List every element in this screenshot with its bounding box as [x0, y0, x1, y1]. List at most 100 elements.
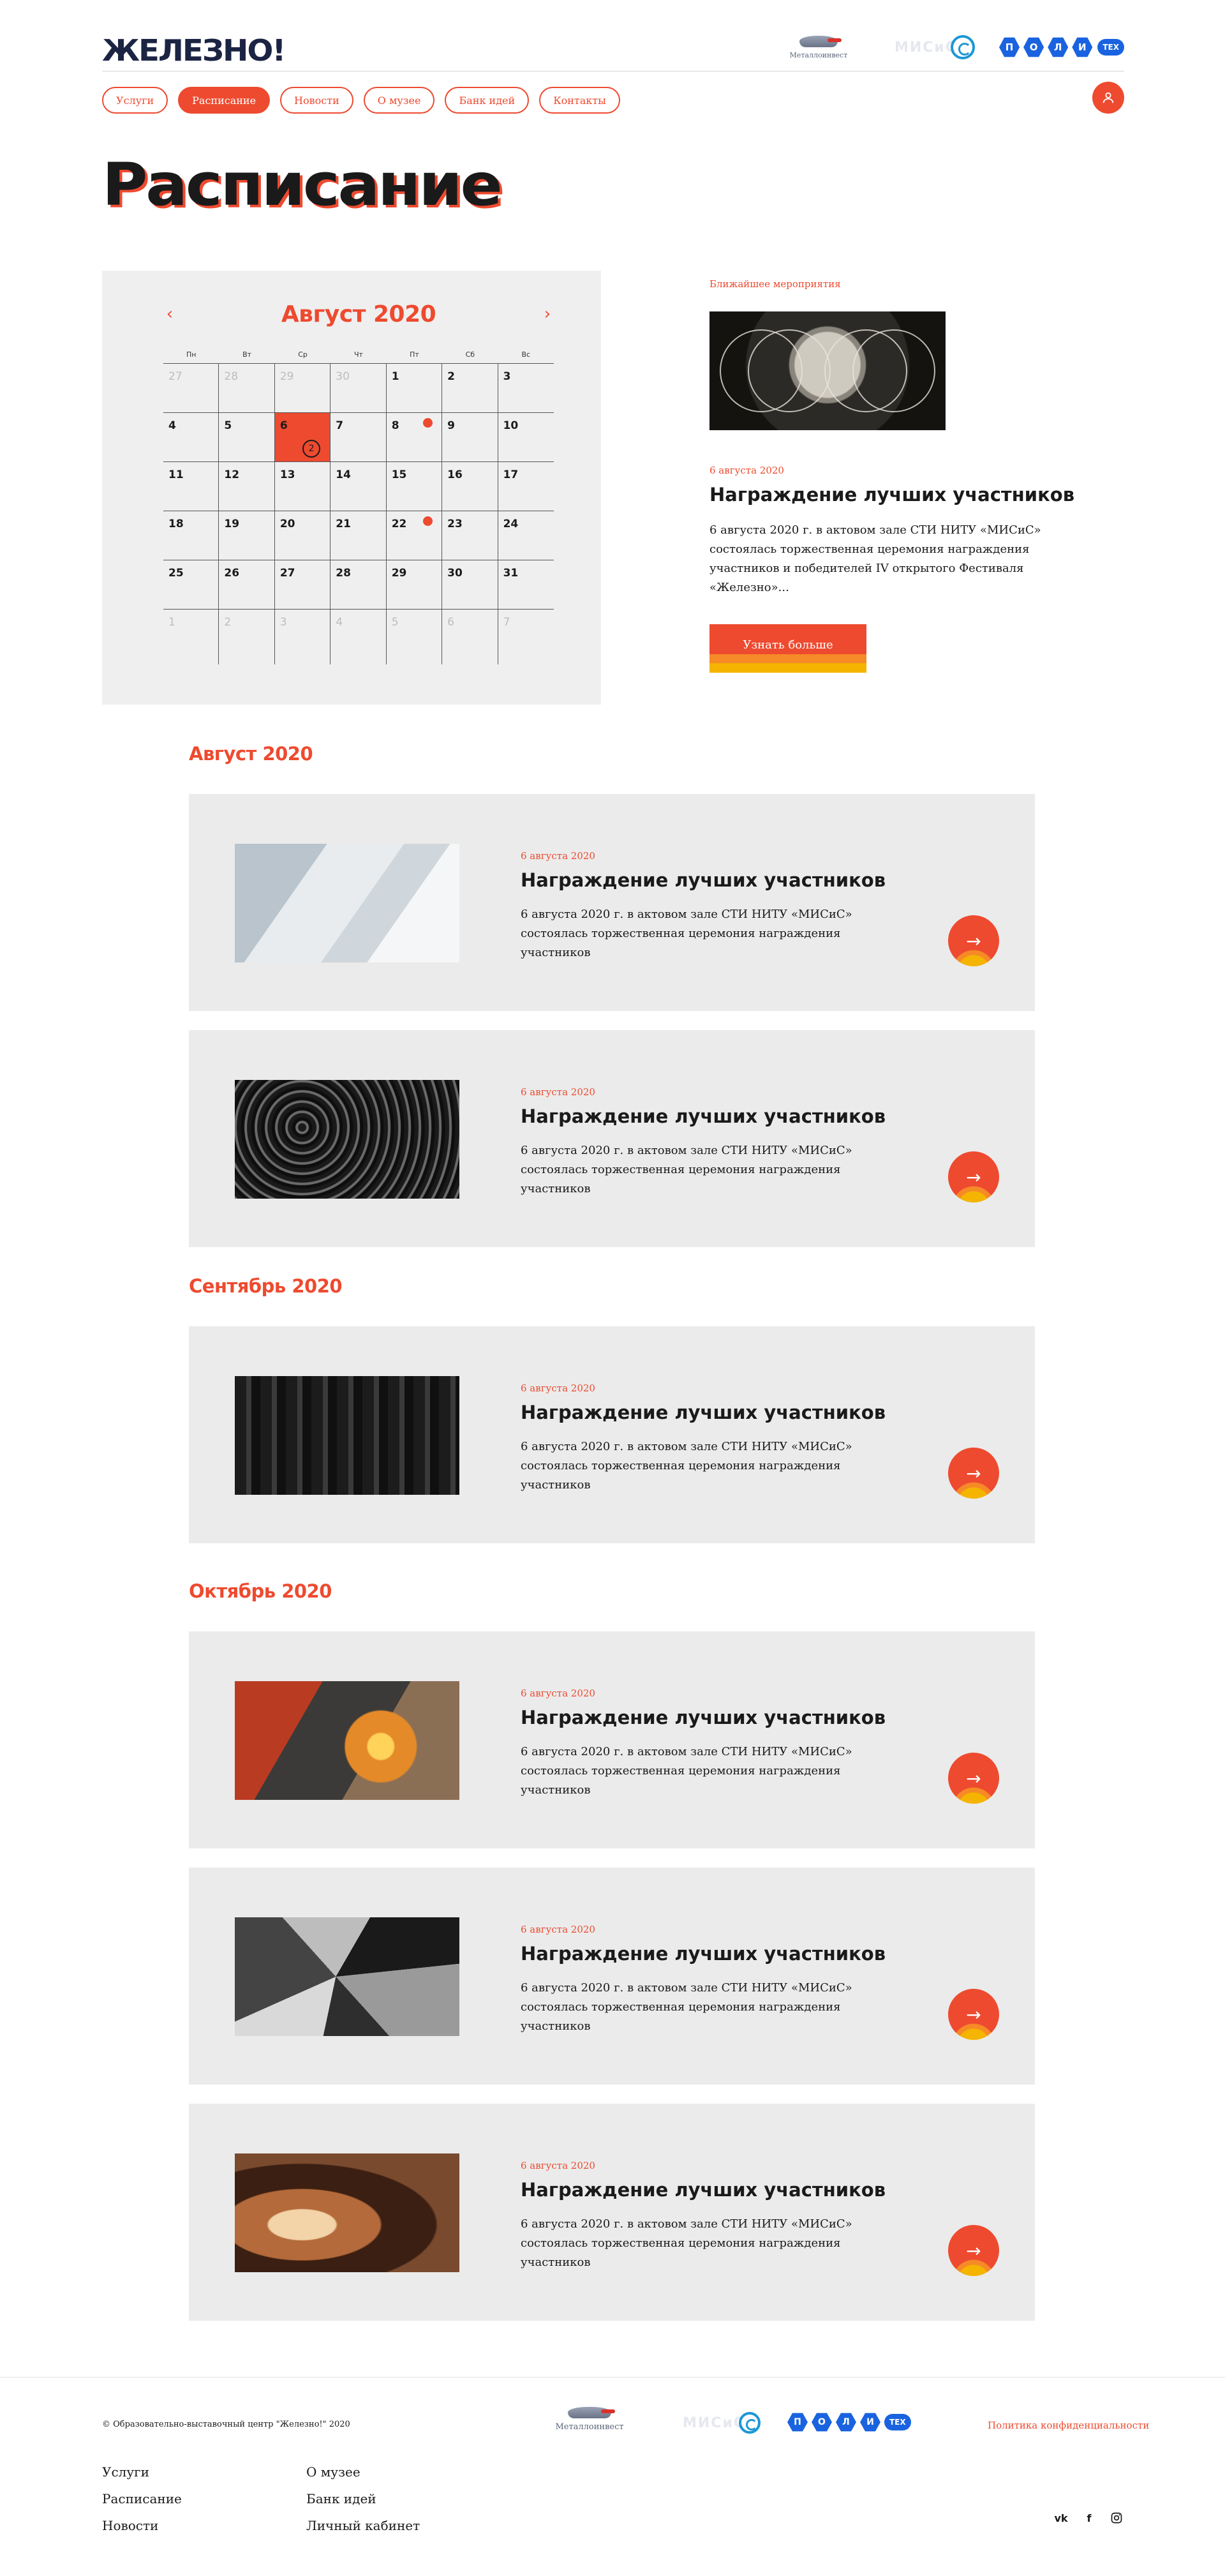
calendar-day[interactable]: 31	[498, 560, 554, 609]
calendar-day[interactable]: 25	[163, 560, 219, 609]
calendar-day[interactable]: 4	[163, 413, 219, 461]
footer-link-ideas[interactable]: Банк идей	[306, 2490, 420, 2508]
calendar-day[interactable]: 5	[387, 610, 443, 664]
calendar-day[interactable]: 6	[442, 610, 498, 664]
calendar-day[interactable]: 23	[442, 511, 498, 560]
calendar-day[interactable]: 27	[163, 364, 219, 412]
event-card[interactable]: 6 августа 2020 Награждение лучших участн…	[189, 1631, 1035, 1848]
calendar-day[interactable]: 19	[219, 511, 275, 560]
event-card[interactable]: 6 августа 2020 Награждение лучших участн…	[189, 2104, 1035, 2321]
nearest-event-image[interactable]	[709, 311, 946, 430]
event-title[interactable]: Награждение лучших участников	[521, 1105, 886, 1127]
calendar-day[interactable]: 21	[330, 511, 387, 560]
event-image[interactable]	[235, 1376, 459, 1495]
calendar-day[interactable]: 11	[163, 462, 219, 511]
footer-link-about[interactable]: О музее	[306, 2463, 420, 2481]
calendar-day[interactable]: 3	[275, 610, 331, 664]
calendar-day-with-event[interactable]: 8	[387, 413, 443, 461]
calendar-day[interactable]: 14	[330, 462, 387, 511]
event-card[interactable]: 6 августа 2020 Награждение лучших участн…	[189, 794, 1035, 1011]
calendar-day[interactable]: 15	[387, 462, 443, 511]
instagram-icon[interactable]	[1110, 2512, 1123, 2524]
calendar-day[interactable]: 28	[219, 364, 275, 412]
calendar-day-selected[interactable]: 6 2	[274, 413, 331, 461]
calendar-day[interactable]: 30	[330, 364, 387, 412]
vk-icon[interactable]: vk	[1054, 2512, 1068, 2524]
calendar-day[interactable]: 27	[275, 560, 331, 609]
site-logo[interactable]: ЖЕЛЕЗНО!	[102, 33, 286, 68]
nav-item-schedule[interactable]: Расписание	[178, 87, 271, 114]
learn-more-button[interactable]: Узнать больше	[709, 624, 866, 673]
event-title[interactable]: Награждение лучших участников	[521, 2179, 886, 2201]
user-account-button[interactable]	[1092, 82, 1124, 114]
calendar-day[interactable]: 2	[442, 364, 498, 412]
nav-item-news[interactable]: Новости	[280, 87, 353, 114]
calendar-day[interactable]: 7	[498, 610, 554, 664]
footer-partner-misis-logo[interactable]: МИСиС	[683, 2412, 761, 2434]
arrow-right-icon[interactable]: →	[948, 1989, 999, 2040]
calendar-day[interactable]: 29	[387, 560, 443, 609]
calendar-day[interactable]: 28	[330, 560, 387, 609]
arrow-right-icon[interactable]: →	[948, 1753, 999, 1804]
partner-misis-logo[interactable]: МИСиС	[893, 28, 976, 66]
arrow-right-icon[interactable]: →	[948, 915, 999, 966]
arrow-right-icon[interactable]: →	[948, 1448, 999, 1499]
site-footer: © Образовательно-выставочный центр "Желе…	[0, 2377, 1225, 2576]
event-title[interactable]: Награждение лучших участников	[521, 1707, 886, 1728]
event-image[interactable]	[235, 2153, 459, 2272]
footer-link-news[interactable]: Новости	[102, 2517, 182, 2535]
calendar-day[interactable]: 29	[275, 364, 331, 412]
misis-ring-icon	[739, 2412, 761, 2434]
calendar-next-icon[interactable]: ›	[541, 304, 554, 324]
calendar-day[interactable]: 20	[275, 511, 331, 560]
calendar-prev-icon[interactable]: ‹	[163, 304, 176, 324]
partner-metalloinvest-logo[interactable]: Металлоинвест	[783, 28, 854, 66]
nav-item-contacts[interactable]: Контакты	[539, 87, 620, 114]
arrow-right-icon[interactable]: →	[948, 2225, 999, 2276]
footer-link-account[interactable]: Личный кабинет	[306, 2517, 420, 2535]
weekday-label: Вс	[521, 350, 531, 359]
privacy-policy-link[interactable]: Политика конфиденциальности	[988, 2420, 1149, 2431]
calendar-day[interactable]: 1	[387, 364, 443, 412]
calendar-day[interactable]: 3	[498, 364, 554, 412]
nav-item-services[interactable]: Услуги	[102, 87, 168, 114]
nav-item-about[interactable]: О музее	[363, 87, 435, 114]
event-image[interactable]	[235, 1681, 459, 1800]
facebook-icon[interactable]: f	[1082, 2512, 1096, 2524]
footer-link-services[interactable]: Услуги	[102, 2463, 182, 2481]
event-image[interactable]	[235, 1080, 459, 1199]
nav-item-ideas[interactable]: Банк идей	[445, 87, 530, 114]
partner-misis-name: МИСиС	[894, 39, 957, 56]
calendar-day[interactable]: 2	[219, 610, 275, 664]
event-image[interactable]	[235, 1917, 459, 2036]
calendar-day[interactable]: 5	[219, 413, 275, 461]
event-card[interactable]: 6 августа 2020 Награждение лучших участн…	[189, 1030, 1035, 1247]
calendar-day[interactable]: 4	[330, 610, 387, 664]
event-title[interactable]: Награждение лучших участников	[521, 869, 886, 891]
calendar-day[interactable]: 7	[330, 413, 387, 461]
event-card[interactable]: 6 августа 2020 Награждение лучших участн…	[189, 1868, 1035, 2085]
event-title[interactable]: Награждение лучших участников	[521, 1943, 886, 1965]
calendar-day[interactable]: 1	[163, 610, 219, 664]
event-title[interactable]: Награждение лучших участников	[521, 1402, 886, 1423]
event-card[interactable]: 6 августа 2020 Награждение лучших участн…	[189, 1326, 1035, 1543]
partner-politex-logo[interactable]: П О Л И ТЕХ	[999, 28, 1125, 66]
calendar-day[interactable]: 17	[498, 462, 554, 511]
event-image[interactable]	[235, 844, 459, 962]
calendar-day[interactable]: 13	[275, 462, 331, 511]
footer-partner-politex-logo[interactable]: П О Л И ТЕХ	[787, 2412, 911, 2432]
calendar-day[interactable]: 30	[442, 560, 498, 609]
footer-partner-metalloinvest-logo[interactable]: Металлоинвест	[551, 2407, 628, 2432]
calendar-day-with-event[interactable]: 22	[387, 511, 443, 560]
arrow-right-icon[interactable]: →	[948, 1151, 999, 1202]
calendar-day-number: 22	[391, 518, 407, 530]
footer-link-schedule[interactable]: Расписание	[102, 2490, 182, 2508]
calendar-day[interactable]: 24	[498, 511, 554, 560]
calendar-day[interactable]: 26	[219, 560, 275, 609]
calendar-day[interactable]: 16	[442, 462, 498, 511]
calendar-day[interactable]: 12	[219, 462, 275, 511]
calendar-day[interactable]: 9	[442, 413, 498, 461]
calendar-day[interactable]: 10	[498, 413, 554, 461]
calendar-day[interactable]: 18	[163, 511, 219, 560]
nearest-event-title[interactable]: Награждение лучших участников	[709, 484, 1074, 505]
